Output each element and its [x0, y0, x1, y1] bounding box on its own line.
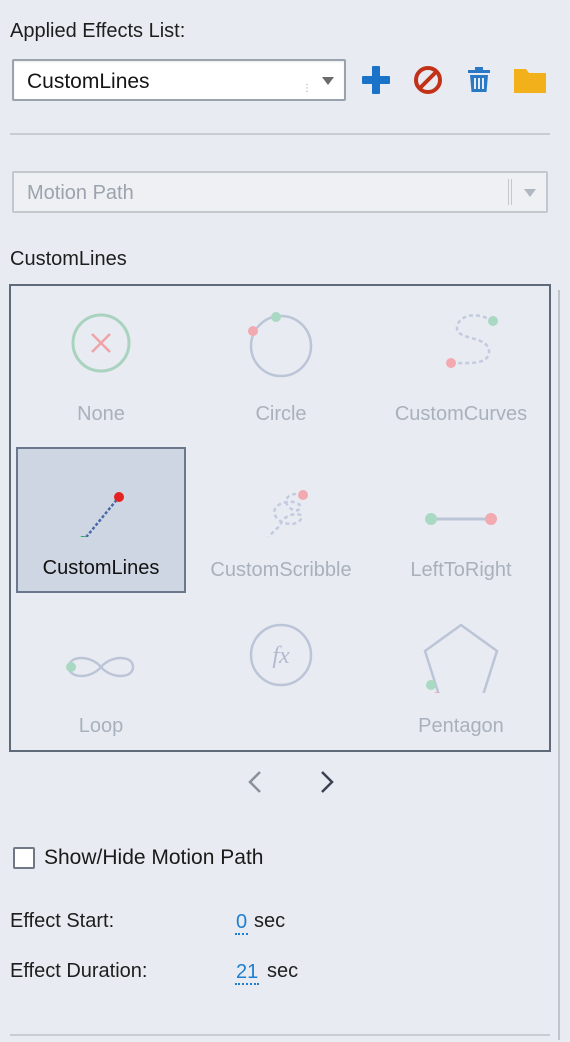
effect-start-unit: sec	[254, 910, 286, 932]
no-entry-icon	[414, 66, 442, 94]
fx-icon: fx	[249, 623, 313, 687]
category-select[interactable]: Motion Path	[12, 171, 548, 213]
effect-custom-lines[interactable]: CustomLines	[16, 447, 186, 593]
chevron-down-icon	[322, 77, 334, 85]
effect-start-label: Effect Start:	[10, 910, 115, 932]
chevron-left-icon[interactable]	[244, 768, 268, 796]
bottom-divider	[10, 1034, 550, 1036]
panel-scroll-edge	[558, 290, 560, 1040]
effect-label: CustomLines	[42, 557, 160, 579]
effect-left-to-right[interactable]: LeftToRight	[376, 447, 546, 593]
effect-fx-custom[interactable]: fx	[196, 603, 366, 749]
circle-path-icon	[248, 312, 313, 378]
select-separator	[508, 179, 512, 205]
trash-icon	[468, 67, 490, 92]
show-hide-motion-path-checkbox[interactable]	[13, 847, 35, 869]
effect-duration-unit: sec	[267, 960, 299, 982]
effects-grid: None Circle CustomCurves CustomLines Cus…	[9, 284, 551, 752]
chevron-right-icon[interactable]	[314, 768, 338, 796]
custom-lines-icon	[80, 492, 124, 537]
effect-circle[interactable]: Circle	[196, 291, 366, 437]
custom-curves-icon	[446, 314, 498, 368]
effect-none[interactable]: None	[16, 291, 186, 437]
effect-label: Pentagon	[418, 715, 504, 737]
effects-panel: Applied Effects List: CustomLines ⋮ Moti…	[0, 0, 570, 1042]
effect-duration-label: Effect Duration:	[10, 960, 148, 982]
folder-button[interactable]	[512, 60, 548, 100]
chevron-down-icon	[524, 189, 536, 197]
section-divider	[10, 133, 550, 135]
pentagon-icon	[423, 623, 499, 693]
effect-label: CustomScribble	[210, 559, 352, 581]
effect-label: LeftToRight	[410, 559, 512, 581]
folder-icon	[514, 69, 546, 93]
plus-icon	[362, 66, 390, 94]
applied-effects-select[interactable]: CustomLines ⋮	[12, 59, 346, 101]
effect-pentagon[interactable]: Pentagon	[376, 603, 546, 749]
remove-effect-button[interactable]	[410, 60, 446, 100]
effect-label: Circle	[255, 403, 307, 425]
effect-label: Loop	[78, 715, 124, 737]
loop-icon	[66, 656, 135, 678]
add-effect-button[interactable]	[358, 60, 394, 100]
effect-custom-scribble[interactable]: CustomScribble	[196, 447, 366, 593]
applied-effects-value: CustomLines	[27, 70, 150, 93]
applied-effects-label: Applied Effects List:	[10, 20, 186, 42]
category-value: Motion Path	[27, 182, 134, 204]
effects-group-title: CustomLines	[10, 248, 127, 270]
effect-label: CustomCurves	[394, 403, 528, 425]
none-icon	[71, 313, 131, 373]
effect-start-input[interactable]: 0	[235, 911, 249, 935]
show-hide-motion-path-label[interactable]: Show/Hide Motion Path	[44, 846, 263, 870]
effect-duration-input[interactable]: 21	[235, 961, 260, 985]
effect-loop[interactable]: Loop	[16, 603, 186, 749]
svg-text:fx: fx	[272, 643, 290, 669]
resize-grip-icon: ⋮	[302, 83, 312, 94]
effect-custom-curves[interactable]: CustomCurves	[376, 291, 546, 437]
delete-effect-button[interactable]	[461, 60, 497, 100]
effect-label: None	[77, 403, 125, 425]
custom-scribble-icon	[267, 490, 308, 537]
left-to-right-icon	[425, 513, 497, 525]
